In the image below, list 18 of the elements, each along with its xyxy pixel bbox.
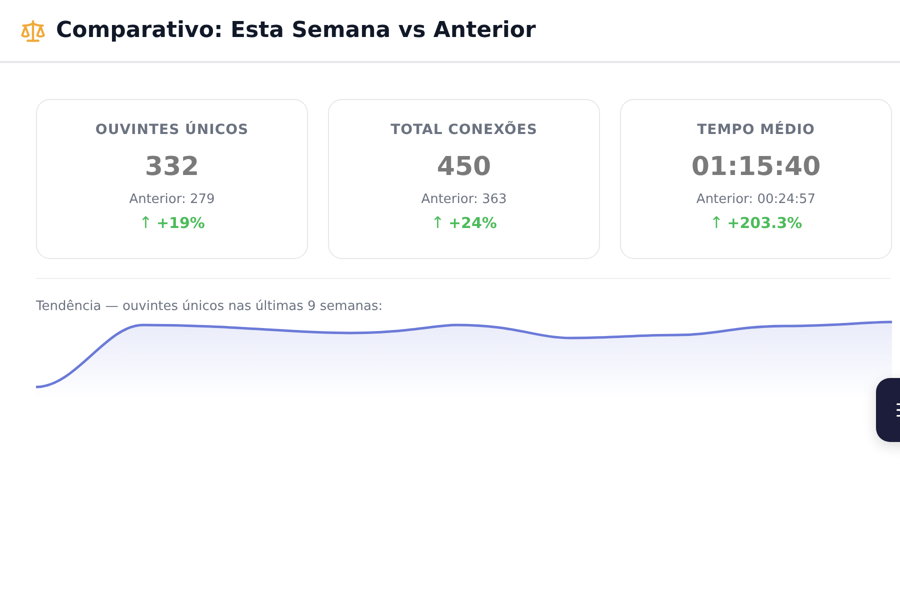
trend-caption: Tendência — ouvintes únicos nas últimas 9 semanas:	[36, 299, 384, 314]
previous-value: Anterior: 279	[129, 192, 215, 207]
stat-value: 332	[144, 152, 200, 182]
stat-value: 450	[436, 152, 492, 182]
stat-value: 01:15:40	[691, 152, 821, 182]
arrow-icon: ↑	[710, 213, 724, 232]
change-value: +203.3%	[727, 214, 802, 232]
page-title: Comparativo: Esta Semana vs Anterior	[56, 18, 536, 43]
scale-icon	[20, 18, 46, 44]
stat-label: TEMPO MÉDIO	[697, 122, 815, 138]
arrow-icon: ↑	[431, 213, 444, 232]
change-value: +19%	[156, 214, 205, 232]
previous-value: Anterior: 363	[421, 192, 507, 207]
stat-label: TOTAL CONEXÕES	[390, 122, 538, 138]
previous-value: Anterior: 00:24:57	[696, 192, 816, 207]
arrow-icon: ↑	[139, 213, 152, 232]
change-value: +24%	[448, 214, 497, 232]
stat-label: OUVINTES ÚNICOS	[95, 122, 249, 138]
